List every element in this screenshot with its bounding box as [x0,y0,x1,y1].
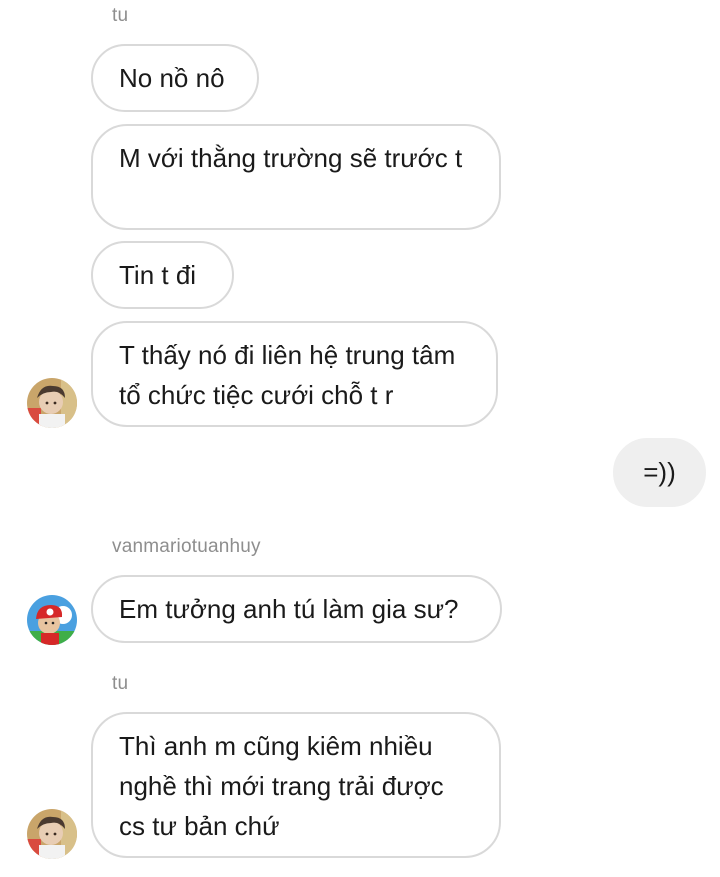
own-message-bubble[interactable]: =)) [613,438,706,507]
message-bubble[interactable]: Thì anh m cũng kiêm nhiều nghề thì mới t… [91,712,501,858]
sender-name: vanmariotuanhuy [112,536,261,557]
message-bubble[interactable]: M với thằng trường sẽ trước t [91,124,501,230]
message-bubble[interactable]: Em tưởng anh tú làm gia sư? [91,575,502,643]
message-bubble[interactable]: T thấy nó đi liên hệ trung tâm tổ chức t… [91,321,498,427]
mario-avatar[interactable] [27,595,77,645]
message-bubble[interactable]: Tin t đi [91,241,234,309]
tu-avatar[interactable] [27,809,77,859]
tu-avatar[interactable] [27,378,77,428]
sender-name: tu [112,673,129,694]
message-bubble[interactable]: No nồ nô [91,44,259,112]
sender-name: tu [112,5,129,26]
